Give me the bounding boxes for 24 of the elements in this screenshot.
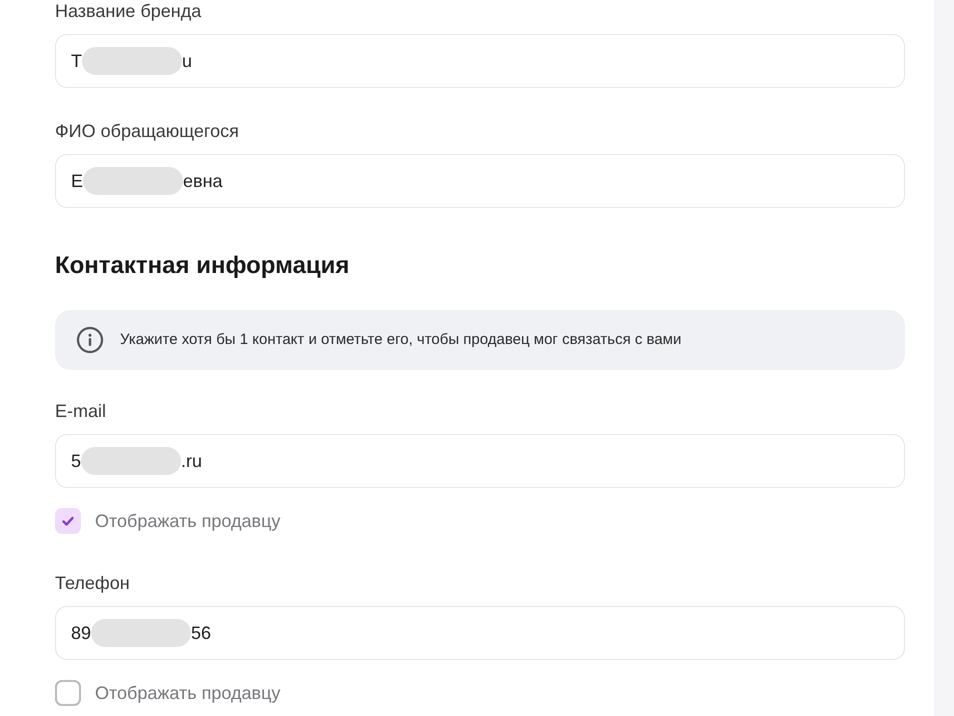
field-label: ФИО обращающегося <box>55 120 240 142</box>
field-label: Название бренда <box>55 0 202 22</box>
checkbox[interactable] <box>55 508 81 534</box>
checkbox-label: Отображать продавцу <box>95 683 280 703</box>
field-value-text: Е <box>71 170 84 192</box>
check-icon <box>61 514 75 528</box>
section-heading: Контактная информация <box>55 251 350 281</box>
info-icon <box>76 326 104 354</box>
field-value-text: евна <box>183 170 223 192</box>
field-label: E-mail <box>55 400 108 422</box>
field-value-text: 5 <box>71 450 82 472</box>
notice-text: Укажите хотя бы 1 контакт и отметьте его, чтобы продавец мог связаться с вами <box>120 330 682 350</box>
field-value-text: Т <box>71 50 82 72</box>
checkbox-label: Отображать продавцу <box>95 511 280 531</box>
input-field[interactable]: Е евна <box>55 154 905 208</box>
field-label: Телефон <box>55 572 131 594</box>
field-value-text: 89 <box>71 622 92 644</box>
field-value-text: 56 <box>191 622 212 644</box>
field-value-text: .ru <box>181 450 202 472</box>
input-field[interactable]: Т u <box>55 34 905 88</box>
input-field[interactable]: 89 56 <box>55 606 905 660</box>
checkbox[interactable] <box>55 680 81 706</box>
input-field[interactable]: 5 .ru <box>55 434 905 488</box>
field-value-text: u <box>182 50 192 72</box>
